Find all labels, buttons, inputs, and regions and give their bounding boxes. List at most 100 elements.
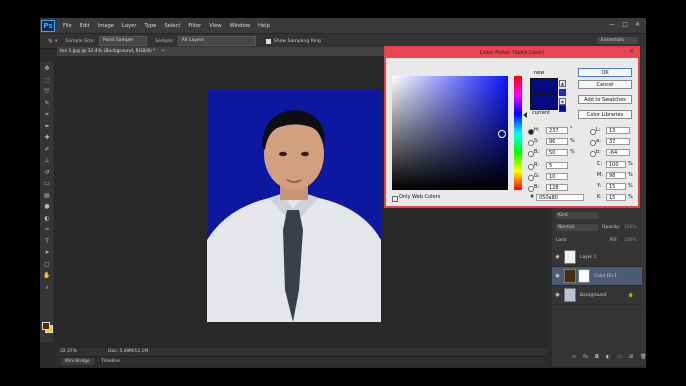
hand-tool-icon[interactable]: ✋ bbox=[43, 272, 51, 280]
lasso-tool-icon[interactable]: ➰ bbox=[43, 88, 51, 96]
blend-mode-select[interactable]: Normal bbox=[556, 224, 598, 231]
crop-tool-icon[interactable]: ⌗ bbox=[43, 111, 51, 119]
brightness-unit: % bbox=[570, 149, 575, 155]
type-tool-icon[interactable]: T bbox=[43, 238, 51, 246]
layer-row[interactable]: ◉ Layer 1 bbox=[552, 248, 642, 267]
quick-select-tool-icon[interactable]: ✎ bbox=[43, 100, 51, 108]
eraser-tool-icon[interactable]: ▭ bbox=[43, 180, 51, 188]
brush-tool-icon[interactable]: ✐ bbox=[43, 146, 51, 154]
menu-layer[interactable]: Layer bbox=[122, 23, 136, 29]
history-brush-tool-icon[interactable]: ↺ bbox=[43, 169, 51, 177]
show-sampling-ring-checkbox[interactable] bbox=[265, 38, 271, 44]
only-web-colors-checkbox[interactable] bbox=[392, 196, 398, 202]
hex-field[interactable]: 050a80 bbox=[536, 194, 584, 201]
black-field[interactable]: 15 bbox=[606, 194, 626, 201]
hex-label: # bbox=[530, 194, 535, 200]
hsb-label: H: bbox=[534, 127, 540, 133]
shape-tool-icon[interactable]: ▢ bbox=[43, 261, 51, 269]
hue-slider[interactable] bbox=[514, 76, 522, 190]
dodge-tool-icon[interactable]: ◐ bbox=[43, 215, 51, 223]
maximize-icon[interactable]: □ bbox=[622, 21, 628, 28]
stamp-tool-icon[interactable]: ⊥ bbox=[43, 157, 51, 165]
web-safe-warning-icon[interactable]: ◈ bbox=[559, 98, 566, 105]
document-title: tes 1.jpg @ 32.4% (Background, RGB/8) * bbox=[60, 49, 156, 54]
hue-field[interactable]: 237 bbox=[546, 127, 568, 134]
saturation-unit: % bbox=[570, 138, 575, 144]
cyan-field[interactable]: 100 bbox=[606, 161, 626, 168]
fill-value[interactable]: 100% bbox=[624, 238, 637, 243]
hue-slider-handle-icon[interactable] bbox=[523, 112, 527, 118]
pen-tool-icon[interactable]: ✑ bbox=[43, 226, 51, 234]
foreground-color-swatch[interactable] bbox=[42, 322, 50, 330]
menu-filter[interactable]: Filter bbox=[188, 23, 201, 29]
opacity-value[interactable]: 100% bbox=[624, 225, 637, 230]
menu-bar: Ps File Edit Image Layer Type Select Fil… bbox=[40, 18, 646, 33]
blur-tool-icon[interactable]: ● bbox=[43, 203, 51, 211]
lock-label: Lock: bbox=[556, 238, 568, 243]
gamut-color-swatch[interactable] bbox=[559, 89, 566, 96]
trash-icon[interactable]: 🗑 bbox=[640, 354, 646, 360]
cyan-unit: % bbox=[628, 161, 633, 167]
new-layer-icon[interactable]: ⊞ bbox=[629, 354, 633, 360]
out-of-gamut-warning-icon[interactable]: ▲ bbox=[559, 80, 566, 87]
layer-style-icon[interactable]: fx bbox=[583, 354, 588, 360]
layer-row-selected[interactable]: ◉ Color Fill 1 bbox=[552, 267, 642, 286]
link-layers-icon[interactable]: ∞ bbox=[572, 354, 576, 360]
eyedropper-tool-icon[interactable]: ✒ bbox=[43, 123, 51, 131]
adjustment-layer-icon[interactable]: ◐ bbox=[606, 354, 610, 360]
ok-button[interactable]: OK bbox=[578, 68, 632, 77]
lightness-field[interactable]: 13 bbox=[606, 127, 630, 134]
gradient-tool-icon[interactable]: ▤ bbox=[43, 192, 51, 200]
close-icon[interactable]: ✕ bbox=[635, 21, 640, 28]
tab-timeline[interactable]: Timeline bbox=[101, 359, 120, 364]
menu-select[interactable]: Select bbox=[164, 23, 180, 29]
eye-icon[interactable]: ◉ bbox=[555, 273, 560, 279]
layer-row[interactable]: ◉ Background 🔒 bbox=[552, 286, 642, 305]
eyedropper-icon[interactable]: ✎ bbox=[48, 38, 53, 45]
new-group-icon[interactable]: ▭ bbox=[617, 354, 622, 360]
eye-icon[interactable]: ◉ bbox=[555, 254, 560, 260]
b-channel-field[interactable]: -64 bbox=[606, 149, 630, 156]
workspace-select[interactable]: Essentials bbox=[597, 37, 638, 44]
menu-edit[interactable]: Edit bbox=[80, 23, 90, 29]
tab-mini-bridge[interactable]: Mini Bridge bbox=[61, 358, 94, 365]
menu-image[interactable]: Image bbox=[98, 23, 114, 29]
menu-help[interactable]: Help bbox=[258, 23, 270, 29]
magenta-field[interactable]: 98 bbox=[606, 172, 626, 179]
close-tab-icon[interactable]: ✕ bbox=[161, 49, 165, 54]
zoom-level[interactable]: 32.37% bbox=[60, 349, 77, 354]
current-color-swatch[interactable] bbox=[530, 94, 558, 110]
eye-icon[interactable]: ◉ bbox=[555, 292, 560, 298]
zoom-tool-icon[interactable]: ⌕ bbox=[43, 284, 51, 292]
sample-size-select[interactable]: Point Sample bbox=[99, 36, 148, 46]
menu-view[interactable]: View bbox=[209, 23, 221, 29]
menu-type[interactable]: Type bbox=[144, 23, 156, 29]
blue-field[interactable]: 128 bbox=[546, 184, 568, 191]
a-channel-field[interactable]: 37 bbox=[606, 138, 630, 145]
marquee-tool-icon[interactable]: ⬚ bbox=[43, 77, 51, 85]
move-tool-icon[interactable]: ✥ bbox=[43, 65, 51, 73]
saturation-field[interactable]: 96 bbox=[546, 138, 568, 145]
color-field[interactable] bbox=[392, 76, 508, 190]
web-safe-color-swatch[interactable] bbox=[559, 105, 566, 112]
add-mask-icon[interactable]: ◘ bbox=[595, 354, 599, 360]
sample-select[interactable]: All Layers bbox=[177, 36, 256, 46]
path-select-tool-icon[interactable]: ➤ bbox=[43, 249, 51, 257]
filter-kind-select[interactable]: Kind bbox=[556, 212, 598, 219]
hsb-label: S: bbox=[534, 138, 539, 144]
red-field[interactable]: 5 bbox=[546, 162, 568, 169]
close-icon[interactable]: ✕ bbox=[629, 48, 634, 55]
menu-file[interactable]: File bbox=[63, 23, 72, 29]
bottom-panel-tabs: Mini Bridge Timeline bbox=[57, 356, 547, 366]
minimize-icon[interactable]: — bbox=[609, 21, 615, 28]
color-field-cursor[interactable] bbox=[498, 130, 506, 138]
yellow-field[interactable]: 15 bbox=[606, 183, 626, 190]
green-field[interactable]: 10 bbox=[546, 173, 568, 180]
add-to-swatches-button[interactable]: Add to Swatches bbox=[578, 95, 632, 104]
cancel-button[interactable]: Cancel bbox=[578, 80, 632, 89]
color-libraries-button[interactable]: Color Libraries bbox=[578, 110, 632, 119]
healing-tool-icon[interactable]: ✚ bbox=[43, 134, 51, 142]
brightness-field[interactable]: 50 bbox=[546, 149, 568, 156]
chevron-down-icon[interactable]: ▾ bbox=[55, 39, 57, 44]
menu-window[interactable]: Window bbox=[230, 23, 250, 29]
